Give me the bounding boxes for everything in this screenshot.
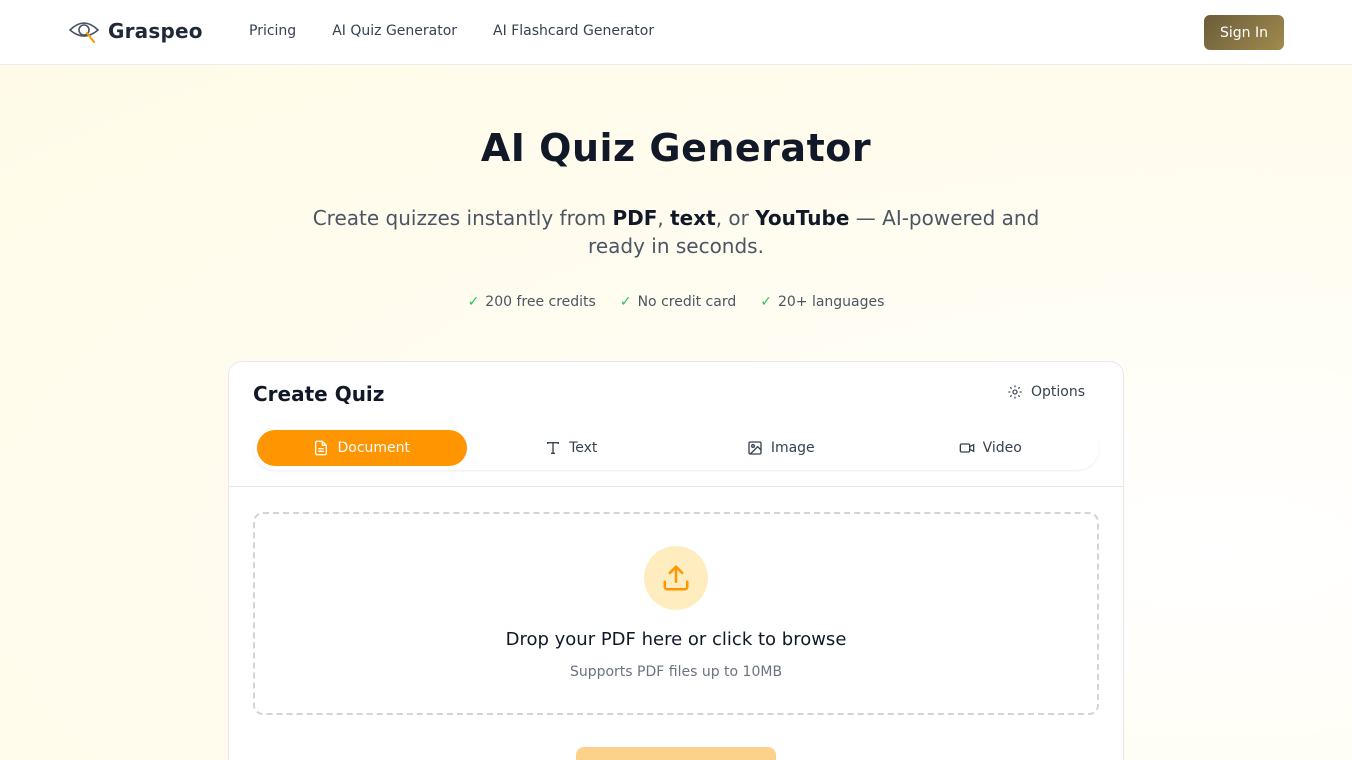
subtitle-text: text <box>670 206 716 230</box>
feature-label: No credit card <box>637 294 737 310</box>
feature-no-credit-card: ✓ No credit card <box>620 294 736 310</box>
pdf-dropzone[interactable]: Drop your PDF here or click to browse Su… <box>253 512 1099 715</box>
subtitle-prefix: Create quizzes instantly from <box>312 206 613 230</box>
check-icon: ✓ <box>619 294 632 310</box>
tab-label: Document <box>337 440 411 456</box>
logo[interactable]: Graspeo <box>68 18 203 44</box>
document-icon <box>315 440 328 456</box>
tab-label: Text <box>569 440 598 456</box>
tab-text[interactable]: Text <box>467 430 677 466</box>
brand-name: Graspeo <box>108 19 203 43</box>
top-header: Graspeo Pricing AI Quiz Generator AI Fla… <box>0 0 1352 65</box>
options-button[interactable]: Options <box>1007 384 1085 400</box>
tab-document[interactable]: Document <box>257 430 467 466</box>
nav-link-ai-quiz-generator[interactable]: AI Quiz Generator <box>332 23 457 39</box>
subtitle-sep-1: , <box>657 206 671 230</box>
eye-logo-icon <box>68 22 100 44</box>
tab-video[interactable]: Video <box>886 430 1096 466</box>
subtitle-youtube: YouTube <box>755 206 850 230</box>
nav-link-pricing[interactable]: Pricing <box>249 23 296 39</box>
subtitle-pdf: PDF <box>612 206 658 230</box>
check-icon: ✓ <box>760 294 772 310</box>
check-icon: ✓ <box>467 294 480 310</box>
nav-link-ai-flashcard-generator[interactable]: AI Flashcard Generator <box>493 23 654 39</box>
tab-label: Image <box>770 440 815 456</box>
gear-icon <box>1008 385 1022 399</box>
create-quiz-card: Create Quiz Options Document Text Image … <box>228 361 1124 760</box>
upload-icon <box>663 565 689 591</box>
dropzone-hint: Supports PDF files up to 10MB <box>569 664 783 680</box>
tab-label: Video <box>982 440 1022 456</box>
source-tabs: Document Text Image Video <box>253 426 1099 470</box>
feature-list: ✓ 200 free credits ✓ No credit card ✓ 20+ l… <box>0 294 1352 310</box>
hero-subtitle: Create quizzes instantly from PDF, text,… <box>296 204 1056 260</box>
subtitle-sep-2: , or <box>715 206 756 230</box>
generate-quiz-button[interactable] <box>576 747 776 760</box>
main-nav: Pricing AI Quiz Generator AI Flashcard G… <box>249 23 654 39</box>
sign-in-button[interactable]: Sign In <box>1204 15 1284 50</box>
options-label: Options <box>1031 384 1086 400</box>
page-title: AI Quiz Generator <box>480 126 872 170</box>
text-icon <box>547 442 560 454</box>
feature-label: 20+ languages <box>777 294 885 310</box>
card-title: Create Quiz <box>253 382 385 406</box>
video-icon <box>959 443 974 453</box>
card-divider <box>229 486 1123 487</box>
feature-label: 200 free credits <box>485 294 596 310</box>
dropzone-title: Drop your PDF here or click to browse <box>505 629 847 650</box>
feature-languages: ✓ 20+ languages <box>760 294 884 310</box>
image-icon <box>748 441 762 455</box>
tab-image[interactable]: Image <box>676 430 886 466</box>
feature-free-credits: ✓ 200 free credits <box>468 294 596 310</box>
upload-icon-badge <box>644 546 708 610</box>
